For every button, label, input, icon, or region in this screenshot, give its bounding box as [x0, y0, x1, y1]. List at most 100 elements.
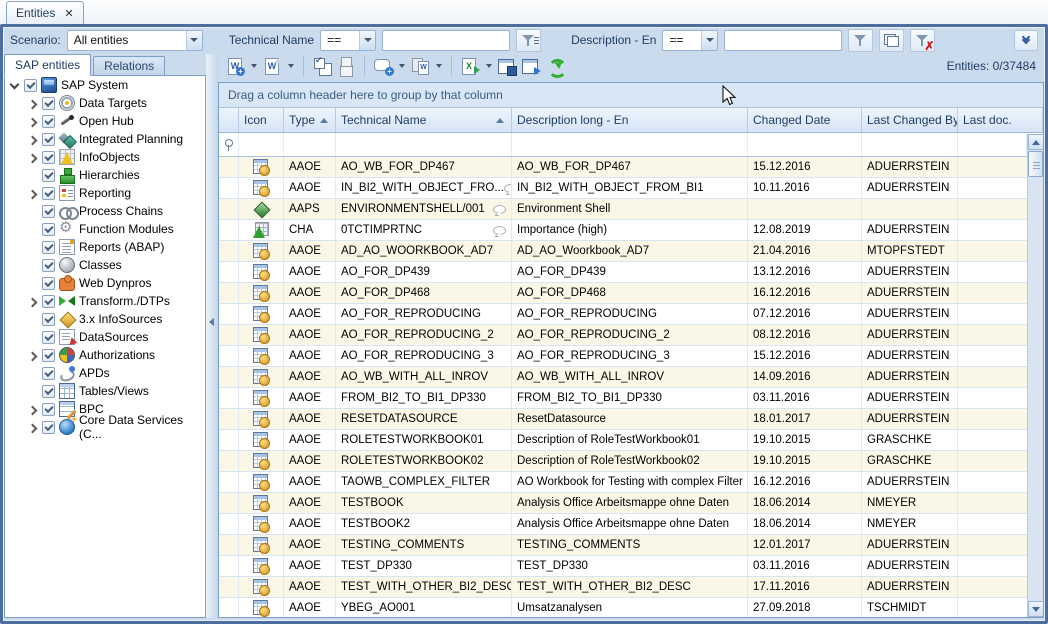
- row-indicator-cell[interactable]: [219, 304, 239, 324]
- checkbox-checked[interactable]: [42, 151, 55, 164]
- refresh-button[interactable]: [544, 54, 566, 78]
- filter-row-cell[interactable]: [336, 133, 512, 156]
- table-row[interactable]: AAOETEST_WITH_OTHER_BI2_DESCTEST_WITH_OT…: [219, 577, 1027, 598]
- collapse-panel-icon[interactable]: [209, 318, 214, 326]
- tree-item[interactable]: Data Targets: [5, 94, 205, 112]
- description-filter-input[interactable]: [724, 30, 842, 51]
- checkbox-checked[interactable]: [42, 367, 55, 380]
- row-indicator-cell[interactable]: [219, 493, 239, 513]
- tab-entities[interactable]: Entities ✕: [6, 1, 84, 24]
- row-indicator-cell[interactable]: [219, 367, 239, 387]
- checkbox-checked[interactable]: [42, 133, 55, 146]
- comment-bubble-icon[interactable]: [504, 184, 512, 193]
- checkbox-checked[interactable]: [42, 385, 55, 398]
- comment-bubble-icon[interactable]: [493, 205, 506, 214]
- checkbox-checked[interactable]: [42, 223, 55, 236]
- grid-layout-button[interactable]: [520, 54, 542, 78]
- tree-item[interactable]: APDs: [5, 364, 205, 382]
- table-row[interactable]: AAOEFROM_BI2_TO_BI1_DP330FROM_BI2_TO_BI1…: [219, 388, 1027, 409]
- description-operator-select[interactable]: ==: [662, 30, 718, 51]
- scrollbar-thumb[interactable]: [1028, 151, 1043, 177]
- tree-item[interactable]: 3.x InfoSources: [5, 310, 205, 328]
- tab-close-icon[interactable]: ✕: [64, 7, 73, 20]
- expander-closed-icon[interactable]: [27, 350, 38, 361]
- open-word-button-dropdown[interactable]: [285, 54, 296, 78]
- add-comment-button[interactable]: [372, 54, 394, 78]
- table-row[interactable]: AAOEAO_FOR_DP439AO_FOR_DP43913.12.2016AD…: [219, 262, 1027, 283]
- table-row[interactable]: AAOEAD_AO_WOORKBOOK_AD7AD_AO_Woorkbook_A…: [219, 241, 1027, 262]
- table-row[interactable]: AAOETESTING_COMMENTSTESTING_COMMENTS12.0…: [219, 535, 1027, 556]
- tab-sap-entities[interactable]: SAP entities: [4, 54, 91, 76]
- open-word-button[interactable]: [261, 54, 283, 78]
- column-header-changed-date[interactable]: Changed Date: [748, 108, 862, 132]
- row-indicator-cell[interactable]: [219, 199, 239, 219]
- filter-row-cell[interactable]: [862, 133, 958, 156]
- column-header-description-long-en[interactable]: Description long - En: [512, 108, 748, 132]
- tree-item[interactable]: Transform./DTPs: [5, 292, 205, 310]
- tree-item[interactable]: Reporting: [5, 184, 205, 202]
- row-indicator-cell[interactable]: [219, 556, 239, 576]
- column-header-icon[interactable]: Icon: [239, 108, 284, 132]
- apply-filter-button[interactable]: [848, 29, 873, 52]
- row-indicator-cell[interactable]: [219, 283, 239, 303]
- select-all-button[interactable]: [311, 54, 333, 78]
- table-row[interactable]: AAOEROLETESTWORKBOOK01Description of Rol…: [219, 430, 1027, 451]
- row-indicator-cell[interactable]: [219, 409, 239, 429]
- expander-closed-icon[interactable]: [27, 422, 38, 433]
- technical-name-operator-select[interactable]: ==: [320, 30, 376, 51]
- checkbox-checked[interactable]: [42, 295, 55, 308]
- clear-filter-button[interactable]: ✗: [910, 29, 935, 52]
- chevron-down-icon[interactable]: [359, 31, 375, 50]
- checkbox-checked[interactable]: [42, 115, 55, 128]
- scroll-up-button[interactable]: [1028, 134, 1044, 150]
- expander-closed-icon[interactable]: [27, 116, 38, 127]
- filter-manager-button[interactable]: [879, 29, 904, 52]
- table-row[interactable]: AAOEAO_FOR_REPRODUCINGAO_FOR_REPRODUCING…: [219, 304, 1027, 325]
- filter-row-cell[interactable]: [239, 133, 284, 156]
- expander-closed-icon[interactable]: [27, 134, 38, 145]
- checkbox-checked[interactable]: [42, 205, 55, 218]
- tree-item[interactable]: Reports (ABAP): [5, 238, 205, 256]
- checkbox-checked[interactable]: [42, 349, 55, 362]
- tree-item[interactable]: Tables/Views: [5, 382, 205, 400]
- table-row[interactable]: AAOEAO_FOR_REPRODUCING_3AO_FOR_REPRODUCI…: [219, 346, 1027, 367]
- export-word-button-dropdown[interactable]: [248, 54, 259, 78]
- row-indicator-cell[interactable]: [219, 598, 239, 618]
- scroll-down-button[interactable]: [1028, 601, 1044, 617]
- chevron-down-icon[interactable]: [701, 31, 717, 50]
- checkbox-checked[interactable]: [42, 421, 55, 434]
- copy-to-word-button-dropdown[interactable]: [433, 54, 444, 78]
- row-indicator-cell[interactable]: [219, 514, 239, 534]
- tree-item[interactable]: Open Hub: [5, 112, 205, 130]
- deselect-all-button[interactable]: [335, 54, 357, 78]
- checkbox-checked[interactable]: [42, 241, 55, 254]
- table-row[interactable]: AAOEAO_WB_FOR_DP467AO_WB_FOR_DP46715.12.…: [219, 157, 1027, 178]
- tree-item[interactable]: Authorizations: [5, 346, 205, 364]
- checkbox-checked[interactable]: [42, 259, 55, 272]
- expander-open-icon[interactable]: [9, 80, 20, 91]
- panel-splitter[interactable]: [206, 54, 218, 618]
- table-row[interactable]: CHA0TCTIMPRTNCImportance (high)12.08.201…: [219, 220, 1027, 241]
- checkbox-checked[interactable]: [42, 97, 55, 110]
- table-row[interactable]: AAOEROLETESTWORKBOOK02Description of Rol…: [219, 451, 1027, 472]
- tree-item[interactable]: Process Chains: [5, 202, 205, 220]
- save-grid-layout-button[interactable]: [496, 54, 518, 78]
- filter-row-cell[interactable]: [748, 133, 862, 156]
- checkbox-checked[interactable]: [42, 169, 55, 182]
- filter-row-cell[interactable]: [512, 133, 748, 156]
- row-indicator-cell[interactable]: [219, 388, 239, 408]
- expander-closed-icon[interactable]: [27, 152, 38, 163]
- row-indicator-cell[interactable]: [219, 241, 239, 261]
- column-header-type[interactable]: Type: [284, 108, 336, 132]
- expand-filters-button[interactable]: [1014, 30, 1038, 51]
- grid-filter-row[interactable]: [219, 133, 1027, 157]
- expander-closed-icon[interactable]: [27, 98, 38, 109]
- chevron-down-icon[interactable]: [186, 31, 202, 50]
- tree-item[interactable]: Web Dynpros: [5, 274, 205, 292]
- expander-closed-icon[interactable]: [27, 188, 38, 199]
- column-header-technical-name[interactable]: Technical Name: [336, 108, 512, 132]
- technical-name-filter-input[interactable]: [382, 30, 510, 51]
- table-row[interactable]: AAPSENVIRONMENTSHELL/001Environment Shel…: [219, 199, 1027, 220]
- export-word-button[interactable]: [224, 54, 246, 78]
- row-indicator-cell[interactable]: [219, 577, 239, 597]
